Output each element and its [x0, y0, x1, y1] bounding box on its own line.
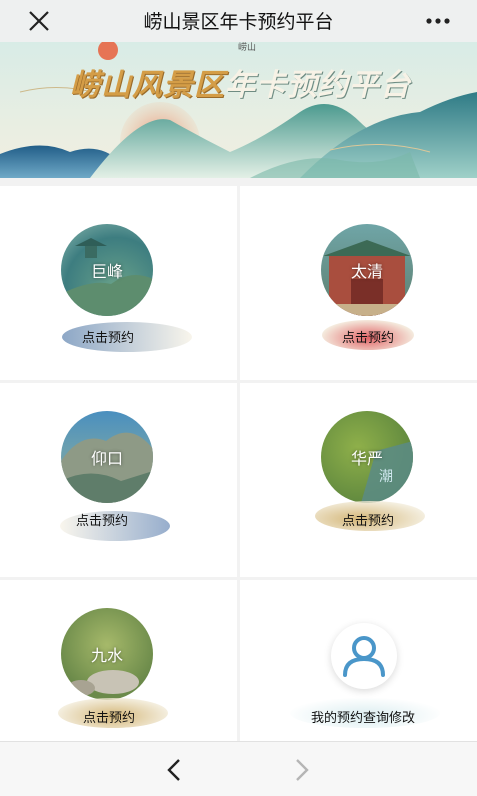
scenic-card-huayan[interactable]: 潮 华严 点击预约	[240, 383, 477, 577]
scenic-thumbnail: 太清	[321, 224, 413, 316]
book-button[interactable]: 点击预约	[322, 510, 414, 529]
user-icon-circle	[331, 623, 397, 689]
scenic-name: 太清	[350, 262, 383, 281]
banner: 崂山 崂山风景区年卡预约平台	[0, 42, 477, 178]
book-button[interactable]: 点击预约	[322, 327, 414, 346]
banner-logo-text: 崂山	[238, 43, 257, 53]
scenic-card-jufeng[interactable]: 巨峰 点击预约	[0, 186, 237, 380]
book-button[interactable]: 点击预约	[62, 327, 154, 346]
scenic-card-yangkou[interactable]: 仰口 点击预约	[0, 383, 237, 577]
scenic-name: 仰口	[90, 449, 123, 468]
scenic-name: 巨峰	[90, 262, 123, 281]
page-title: 崂山景区年卡预约平台	[143, 11, 334, 33]
book-button[interactable]: 点击预约	[56, 510, 148, 529]
scenic-thumbnail: 仰口	[61, 411, 153, 503]
my-booking-button[interactable]: 我的预约查询修改	[283, 707, 443, 726]
banner-title: 崂山风景区年卡预约平台	[70, 60, 411, 104]
banner-title-part1: 崂山风景区	[70, 68, 225, 103]
scenic-thumbnail: 潮 华严	[321, 411, 413, 503]
scenic-thumbnail: 巨峰	[61, 224, 153, 316]
forward-arrow-icon[interactable]	[289, 756, 313, 784]
bottom-nav	[0, 741, 477, 796]
scenic-thumbnail: 九水	[61, 608, 153, 700]
scenic-grid: 巨峰 点击预约 太清 点击预约 仰口 点击预约 潮 华严 点击预约 九水 点击预…	[0, 186, 477, 774]
title-bar: 崂山景区年卡预约平台	[0, 0, 477, 42]
banner-title-part2: 年卡预约平台	[225, 68, 411, 103]
user-icon	[343, 636, 385, 677]
svg-text:潮: 潮	[379, 469, 393, 485]
scenic-name: 九水	[90, 646, 123, 665]
more-icon[interactable]	[423, 8, 453, 34]
scenic-card-taiqing[interactable]: 太清 点击预约	[240, 186, 477, 380]
book-button[interactable]: 点击预约	[63, 707, 155, 726]
back-arrow-icon[interactable]	[163, 756, 187, 784]
scenic-name: 华严	[350, 449, 383, 468]
